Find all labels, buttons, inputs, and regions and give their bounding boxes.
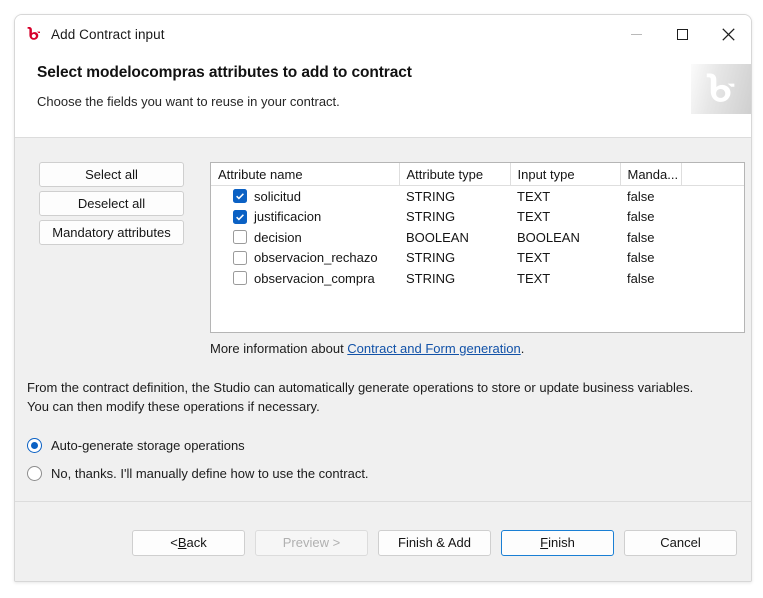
close-icon[interactable] (705, 15, 751, 53)
bonita-logo-icon (25, 25, 43, 43)
cell-mandatory: false (627, 188, 655, 204)
back-button[interactable]: < Back (132, 529, 245, 556)
row-checkbox[interactable] (233, 209, 247, 224)
radio-button-unselected-icon[interactable] (27, 465, 42, 481)
window-title: Add Contract input (51, 26, 165, 42)
column-header-attribute-name[interactable]: Attribute name (211, 163, 400, 186)
column-header-input-type[interactable]: Input type (510, 163, 621, 186)
attributes-table[interactable]: Attribute name Attribute type Input type… (210, 162, 745, 333)
cell-input-type: TEXT (517, 209, 551, 225)
finish-and-add-button[interactable]: Finish & Add (378, 529, 491, 556)
radio-no-thanks-label: No, thanks. I'll manually define how to … (51, 465, 369, 481)
cell-mandatory: false (627, 270, 655, 286)
finish-label-post: inish (548, 535, 575, 550)
cell-empty (681, 207, 744, 228)
contract-and-form-generation-link[interactable]: Contract and Form generation (347, 341, 520, 356)
row-checkbox[interactable] (233, 230, 247, 245)
description-line-1: From the contract definition, the Studio… (27, 380, 694, 395)
column-header-attribute-type[interactable]: Attribute type (399, 163, 511, 186)
dialog-header: Select modelocompras attributes to add t… (15, 53, 751, 137)
more-information-line: More information about Contract and Form… (210, 341, 524, 356)
cell-attribute-type: STRING (406, 209, 456, 225)
table-row[interactable]: solicitud STRING TEXT false (211, 186, 744, 207)
select-all-button[interactable]: Select all (39, 162, 184, 187)
storage-operations-radio-group: Auto-generate storage operations No, tha… (27, 431, 369, 487)
radio-auto-generate-label: Auto-generate storage operations (51, 437, 245, 453)
cancel-button[interactable]: Cancel (624, 529, 737, 556)
radio-auto-generate[interactable]: Auto-generate storage operations (27, 431, 369, 459)
screen: Add Contract input Select modelocompras … (0, 0, 763, 598)
table-row[interactable]: observacion_rechazo STRING TEXT false (211, 248, 744, 269)
cell-mandatory: false (627, 250, 655, 266)
radio-button-selected-icon[interactable] (27, 437, 42, 453)
cell-attribute-type: STRING (406, 270, 456, 286)
cell-mandatory: false (627, 229, 655, 245)
table-row[interactable]: decision BOOLEAN BOOLEAN false (211, 227, 744, 248)
add-contract-input-dialog: Add Contract input Select modelocompras … (14, 14, 752, 582)
cell-attribute-name[interactable]: decision (211, 227, 399, 248)
cell-attribute-name[interactable]: observacion_rechazo (211, 248, 399, 269)
back-label-pre: < (170, 535, 178, 550)
mandatory-attributes-button[interactable]: Mandatory attributes (39, 220, 184, 245)
finish-button[interactable]: Finish (501, 529, 614, 556)
window-controls (613, 15, 751, 53)
cell-attribute-name[interactable]: solicitud (211, 186, 399, 207)
description-text: From the contract definition, the Studio… (27, 378, 743, 416)
finish-mnemonic: F (540, 535, 549, 550)
minimize-icon[interactable] (613, 15, 659, 53)
maximize-icon[interactable] (659, 15, 705, 53)
page-title: Select modelocompras attributes to add t… (37, 64, 412, 81)
column-header-mandatory[interactable]: Manda... (620, 163, 682, 186)
page-subtitle: Choose the fields you want to reuse in y… (37, 94, 340, 109)
table-header-row: Attribute name Attribute type Input type… (211, 163, 744, 186)
title-bar-left: Add Contract input (15, 25, 165, 43)
cell-attribute-name[interactable]: observacion_compra (211, 268, 399, 289)
table-body: solicitud STRING TEXT false justificacio… (211, 186, 744, 289)
deselect-all-button[interactable]: Deselect all (39, 191, 184, 216)
description-line-2: You can then modify these operations if … (27, 399, 320, 414)
cell-input-type: TEXT (517, 188, 551, 204)
cell-attribute-type: BOOLEAN (406, 229, 469, 245)
attribute-name-label: justificacion (254, 209, 322, 225)
dialog-body: Select all Deselect all Mandatory attrib… (15, 138, 751, 501)
row-checkbox[interactable] (233, 271, 247, 286)
cell-attribute-type: STRING (406, 188, 456, 204)
title-bar: Add Contract input (15, 15, 751, 53)
back-label-post: ack (186, 535, 207, 550)
cell-empty (681, 268, 744, 289)
cell-empty (681, 186, 744, 207)
back-mnemonic: B (177, 535, 187, 550)
cell-attribute-type: STRING (406, 250, 456, 266)
more-info-suffix: . (520, 341, 525, 356)
attribute-name-label: decision (254, 229, 302, 245)
bonita-logo-banner-icon (691, 64, 751, 114)
preview-button[interactable]: Preview > (255, 529, 368, 556)
dialog-footer: < Back Preview > Finish & Add Finish Can… (15, 502, 751, 581)
column-header-empty[interactable] (681, 163, 744, 186)
row-checkbox[interactable] (233, 189, 247, 204)
radio-no-thanks[interactable]: No, thanks. I'll manually define how to … (27, 459, 369, 487)
selection-buttons: Select all Deselect all Mandatory attrib… (39, 162, 184, 245)
cell-input-type: BOOLEAN (517, 229, 580, 245)
attribute-name-label: observacion_compra (254, 270, 375, 286)
more-info-prefix: More information about (210, 341, 348, 356)
cell-input-type: TEXT (517, 250, 551, 266)
cell-empty (681, 227, 744, 248)
attribute-name-label: observacion_rechazo (254, 250, 378, 266)
row-checkbox[interactable] (233, 250, 247, 265)
cell-mandatory: false (627, 209, 655, 225)
attribute-name-label: solicitud (254, 188, 301, 204)
table-row[interactable]: observacion_compra STRING TEXT false (211, 268, 744, 289)
cell-empty (681, 248, 744, 269)
cell-input-type: TEXT (517, 270, 551, 286)
cell-attribute-name[interactable]: justificacion (211, 207, 399, 228)
table-row[interactable]: justificacion STRING TEXT false (211, 207, 744, 228)
